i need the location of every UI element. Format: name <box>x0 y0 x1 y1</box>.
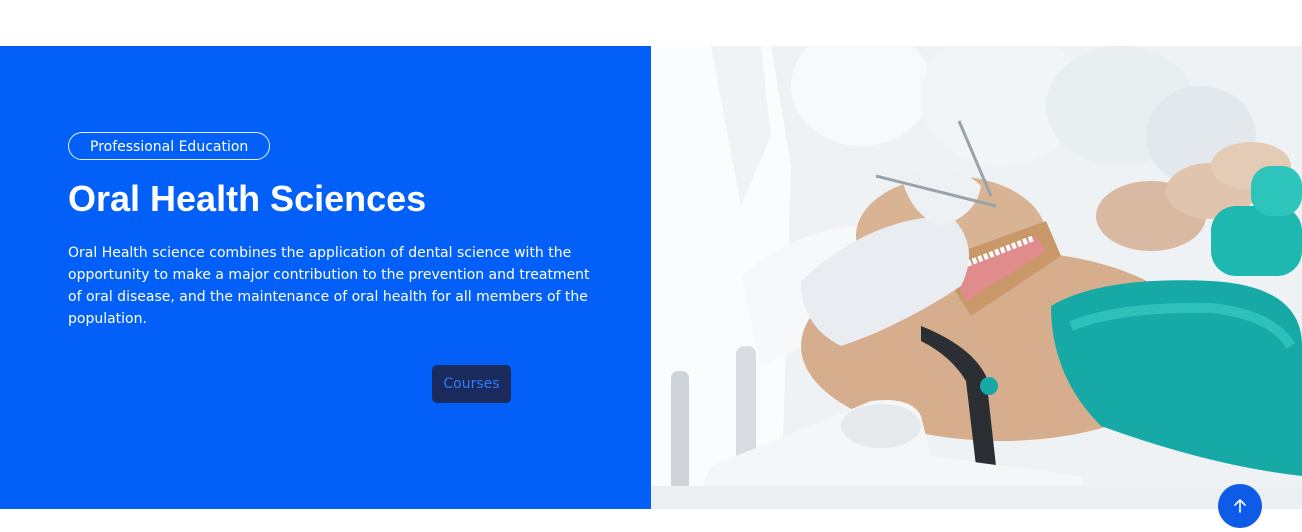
dental-training-photo <box>651 46 1302 509</box>
category-badge: Professional Education <box>68 132 271 160</box>
page-title: Oral Health Sciences <box>68 178 427 219</box>
arrow-up-icon <box>1234 499 1246 513</box>
courses-button[interactable]: Courses <box>432 365 511 403</box>
scroll-to-top-button[interactable] <box>1218 484 1262 528</box>
hero-description: Oral Health science combines the applica… <box>68 245 590 327</box>
page: Professional Education Oral Health Scien… <box>0 0 1302 532</box>
hero-image <box>651 46 1302 509</box>
hero-text-panel: Professional Education Oral Health Scien… <box>0 46 651 509</box>
hero-section: Professional Education Oral Health Scien… <box>0 46 1302 509</box>
